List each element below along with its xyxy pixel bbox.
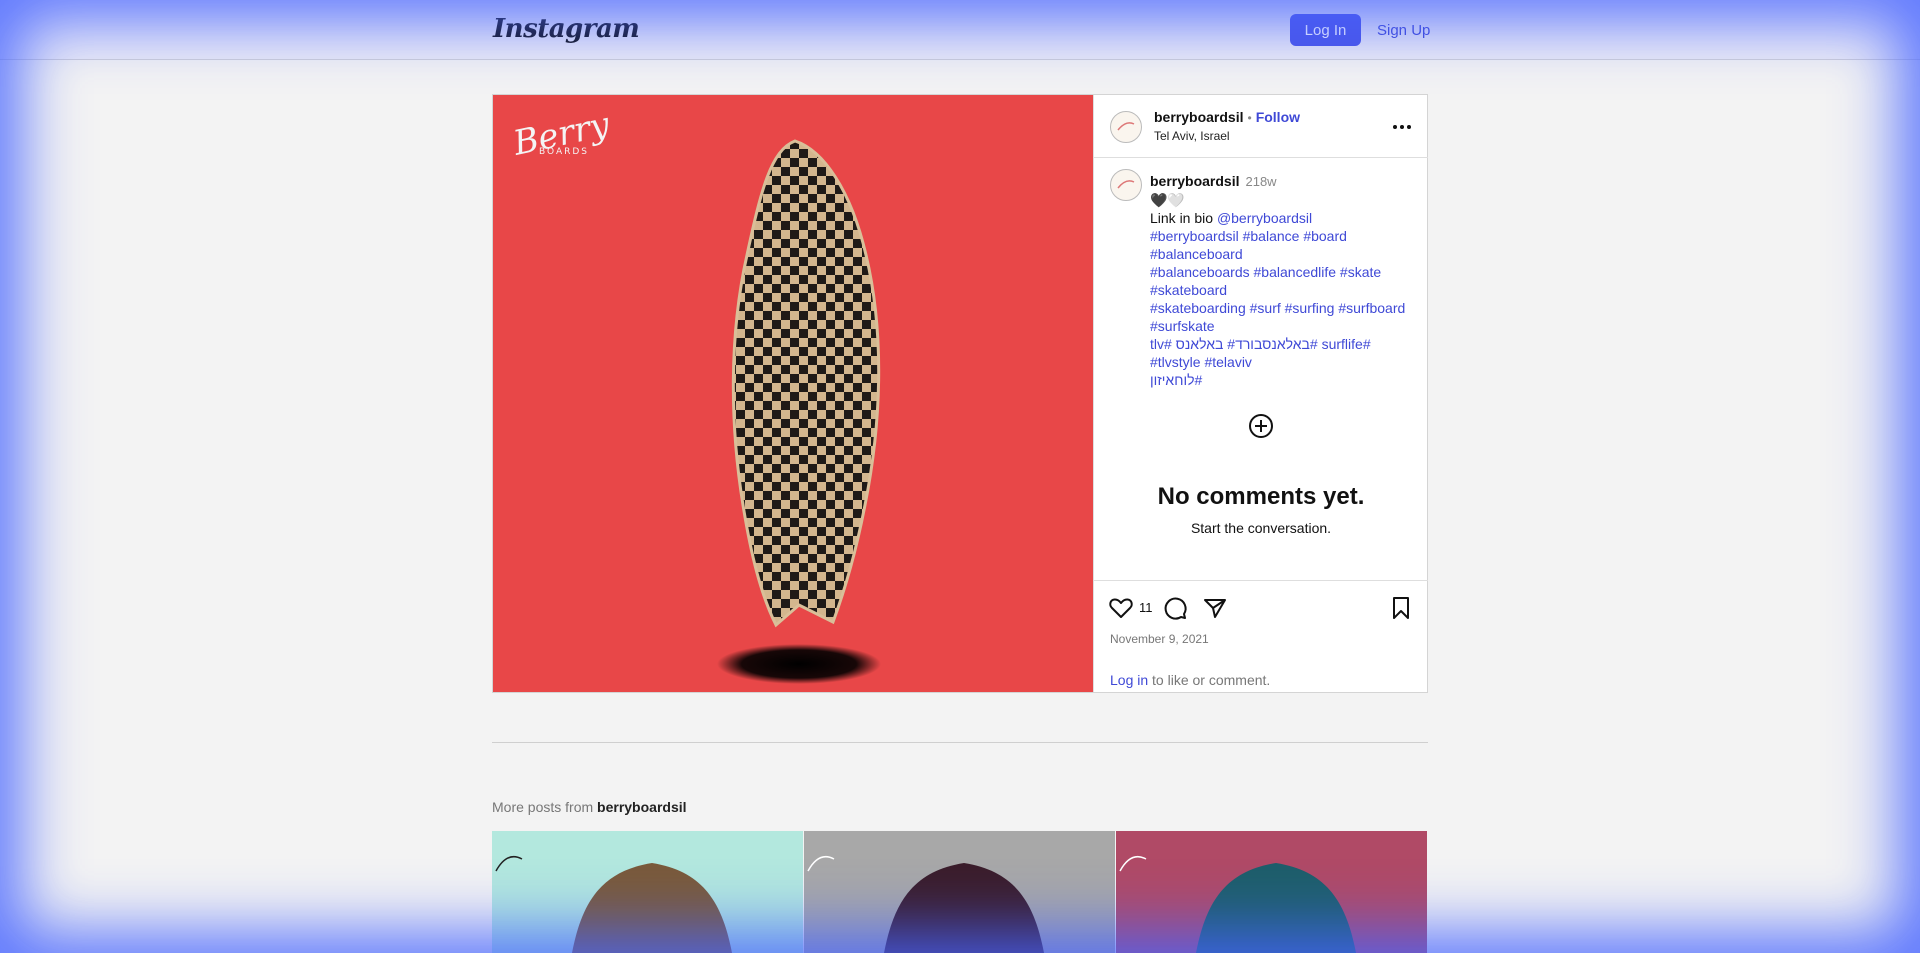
no-comments-title: No comments yet. — [1157, 483, 1365, 510]
like-heart-icon[interactable] — [1108, 595, 1134, 621]
hashtag-line[interactable]: #skateboard — [1150, 281, 1420, 299]
caption-username[interactable]: berryboardsil — [1150, 173, 1239, 189]
hashtag-line[interactable]: #לוחאיזון — [1150, 371, 1420, 389]
caption-hearts: 🖤🤍 — [1150, 192, 1185, 208]
more-posts-username[interactable]: berryboardsil — [597, 799, 686, 815]
login-prompt: Log in to like or comment. — [1110, 672, 1270, 688]
bookmark-icon[interactable] — [1388, 595, 1414, 621]
avatar[interactable] — [1110, 111, 1142, 143]
post-thumbnail[interactable] — [1116, 831, 1427, 953]
section-divider — [492, 742, 1428, 743]
login-prompt-text: to like or comment. — [1148, 672, 1271, 688]
post-sidebar: berryboardsil • Follow Tel Aviv, Israel be… — [1093, 95, 1428, 692]
caption-bio-line: Link in bio @berryboardsil — [1150, 209, 1420, 227]
berry-boards-logo: Berry BOARDS — [509, 104, 614, 164]
surfboard-thumbnail-image — [492, 831, 803, 953]
post-card: Berry BOARDS berryboardsil • Follow Tel Av… — [492, 94, 1428, 693]
caption-header: berryboardsil 218w — [1150, 172, 1420, 191]
follow-button[interactable]: Follow — [1256, 109, 1300, 125]
post-header: berryboardsil • Follow Tel Aviv, Israel — [1094, 95, 1428, 158]
signup-link[interactable]: Sign Up — [1377, 14, 1430, 46]
hashtag-line[interactable]: #skateboarding #surf #surfing #surfboard — [1150, 299, 1420, 317]
surfboard-thumbnail-image — [804, 831, 1115, 953]
post-image[interactable]: Berry BOARDS — [493, 95, 1093, 692]
hashtag-line[interactable]: #surflife #באלאנסבורד# באלאנס #tlv — [1150, 335, 1420, 353]
more-posts-title: More posts from berryboardsil — [492, 799, 687, 815]
hashtag-line[interactable]: #tlvstyle #telaviv — [1150, 353, 1420, 371]
avatar-logo-icon — [1117, 180, 1135, 189]
caption-text: Link in bio — [1150, 210, 1217, 226]
hashtag-line[interactable]: #balanceboard — [1150, 245, 1420, 263]
hashtag-line[interactable]: #balanceboards #balancedlife #skate — [1150, 263, 1420, 281]
svg-text:BOARDS: BOARDS — [539, 147, 589, 157]
caption-avatar[interactable] — [1110, 169, 1142, 201]
post-actions: 11 November 9, 2021 Log in to like or co… — [1094, 580, 1428, 692]
separator-dot: • — [1247, 111, 1252, 125]
mention-link[interactable]: @berryboardsil — [1217, 210, 1312, 226]
post-location[interactable]: Tel Aviv, Israel — [1154, 129, 1230, 143]
post-date[interactable]: November 9, 2021 — [1110, 632, 1209, 646]
like-count[interactable]: 11 — [1139, 600, 1153, 615]
top-header: Instagram Log In Sign Up — [0, 0, 1920, 60]
load-more-comments-icon[interactable] — [1248, 413, 1274, 439]
avatar-logo-icon — [1117, 122, 1135, 131]
more-posts-prefix: More posts from — [492, 799, 598, 815]
post-header-line: berryboardsil • Follow — [1154, 109, 1300, 127]
instagram-logo[interactable]: Instagram — [493, 14, 640, 44]
post-username[interactable]: berryboardsil — [1154, 109, 1243, 125]
login-button[interactable]: Log In — [1290, 14, 1361, 46]
post-thumbnail[interactable] — [492, 831, 803, 953]
post-thumbnail[interactable] — [804, 831, 1115, 953]
surfboard-image: Berry BOARDS — [509, 104, 881, 684]
more-options-icon[interactable] — [1391, 117, 1413, 137]
hashtag-line[interactable]: #surfskate — [1150, 317, 1420, 335]
no-comments-subtitle: Start the conversation. — [1190, 520, 1332, 536]
comment-icon[interactable] — [1162, 595, 1188, 621]
hashtag-line[interactable]: #berryboardsil #balance #board — [1150, 227, 1420, 245]
surfboard-thumbnail-image — [1116, 831, 1427, 953]
post-caption: berryboardsil 218w 🖤🤍 Link in bio @berryb… — [1150, 172, 1420, 389]
more-posts-grid — [492, 831, 1428, 953]
share-icon[interactable] — [1202, 595, 1228, 621]
login-link[interactable]: Log in — [1110, 672, 1148, 688]
caption-time[interactable]: 218w — [1245, 174, 1276, 189]
